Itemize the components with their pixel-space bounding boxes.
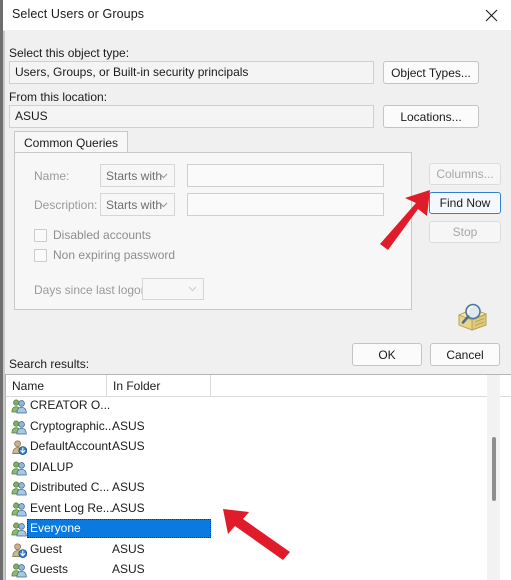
group-icon-wrap [11,460,27,476]
table-row[interactable]: Cryptographic... ASUS [6,417,511,438]
row-name: Cryptographic... [30,418,115,433]
name-value-input[interactable] [187,164,384,187]
description-value-input[interactable] [187,193,384,216]
search-results-list[interactable]: Name In Folder CREATOR O... Cryptographic… [5,374,511,580]
list-row-selected[interactable]: Everyone [6,519,511,540]
checkbox-box-icon [34,228,47,242]
description-operator-value: Starts with [106,197,163,212]
non-expiring-password-label: Non expiring password [53,248,176,262]
chevron-down-icon [159,173,168,178]
column-header-in-folder[interactable]: In Folder [107,375,211,396]
list-header: Name In Folder [6,375,511,397]
row-in-folder: ASUS [112,541,145,556]
user-icon-wrap [11,439,28,455]
object-types-button[interactable]: Object Types... [383,61,479,84]
columns-button[interactable]: Columns... [429,163,501,185]
window-title: Select Users or Groups [12,7,145,21]
user-icon-wrap [11,542,28,558]
row-in-folder: ASUS [112,439,145,453]
chevron-down-icon [159,202,168,207]
row-name: CREATOR O... [30,398,111,412]
group-icon-wrap [11,398,27,414]
disabled-accounts-checkbox[interactable]: Disabled accounts [34,228,151,242]
location-field[interactable]: ASUS [9,105,374,128]
group-icon [11,563,27,578]
days-since-last-logon-label: Days since last logon: [34,283,151,297]
object-type-field[interactable]: Users, Groups, or Built-in security prin… [9,61,374,84]
column-header-name[interactable]: Name [6,375,107,396]
name-operator-value: Starts with [106,168,163,183]
table-row[interactable]: Event Log Re... ASUS [6,499,511,520]
group-icon [11,481,27,496]
close-button[interactable] [471,0,511,30]
list-scrollbar-thumb[interactable] [492,437,496,501]
table-row[interactable]: CREATOR O... [6,396,511,417]
row-in-folder: ASUS [112,418,145,433]
group-icon-wrap [11,521,27,537]
row-in-folder: ASUS [112,562,145,576]
description-operator-select[interactable]: Starts with [100,193,175,216]
group-icon-wrap [11,419,27,435]
row-in-folder: ASUS [112,480,145,494]
days-since-last-logon-select[interactable] [142,278,204,300]
checkbox-box-icon [34,248,47,262]
object-type-label: Select this object type: [9,46,130,60]
table-row[interactable]: DIALUP [6,458,511,479]
search-folder-icon [457,303,488,331]
list-rows: CREATOR O... Cryptographic... ASUS DefaultA… [6,396,511,580]
title-bar: Select Users or Groups [3,0,511,31]
group-icon-wrap [11,501,27,517]
table-row[interactable]: Guest ASUS [6,540,511,561]
location-label: From this location: [9,90,108,104]
tab-common-queries[interactable]: Common Queries [14,131,129,153]
cancel-button[interactable]: Cancel [430,343,500,366]
row-name: Guests [30,562,69,576]
row-name: Distributed C... [30,480,110,494]
select-users-or-groups-dialog: Select Users or Groups Select this objec… [0,0,511,580]
table-row[interactable]: DefaultAccount ASUS [6,437,511,458]
group-icon [11,399,27,414]
row-name: Guest [30,541,63,556]
group-icon [11,522,27,537]
row-name: Event Log Re... [30,500,113,515]
stop-button[interactable]: Stop [429,221,501,243]
group-icon [11,420,27,434]
group-icon [11,502,27,516]
common-queries-panel: Name: Starts with Description: Starts wi… [14,152,412,310]
tab-strip: Common Queries [14,131,412,153]
group-icon-wrap [11,562,27,578]
locations-button[interactable]: Locations... [383,105,479,128]
row-name: DIALUP [30,459,74,474]
ok-button[interactable]: OK [352,343,422,366]
name-label: Name: [34,169,70,183]
close-icon [485,9,497,21]
user-icon [12,440,28,455]
non-expiring-password-checkbox[interactable]: Non expiring password [34,248,175,262]
row-name: DefaultAccount [30,439,112,453]
group-icon-wrap [11,480,27,496]
table-row[interactable]: Guests ASUS [6,560,511,580]
row-name: Everyone [30,521,81,535]
chevron-down-icon [188,286,197,292]
user-icon [12,542,28,558]
find-now-button[interactable]: Find Now [429,192,501,214]
disabled-accounts-label: Disabled accounts [53,228,152,242]
description-label: Description: [34,198,98,212]
group-icon [11,461,27,475]
name-operator-select[interactable]: Starts with [100,164,175,187]
search-results-label: Search results: [9,357,90,371]
row-in-folder: ASUS [112,500,145,515]
table-row[interactable]: Distributed C... ASUS [6,478,511,499]
